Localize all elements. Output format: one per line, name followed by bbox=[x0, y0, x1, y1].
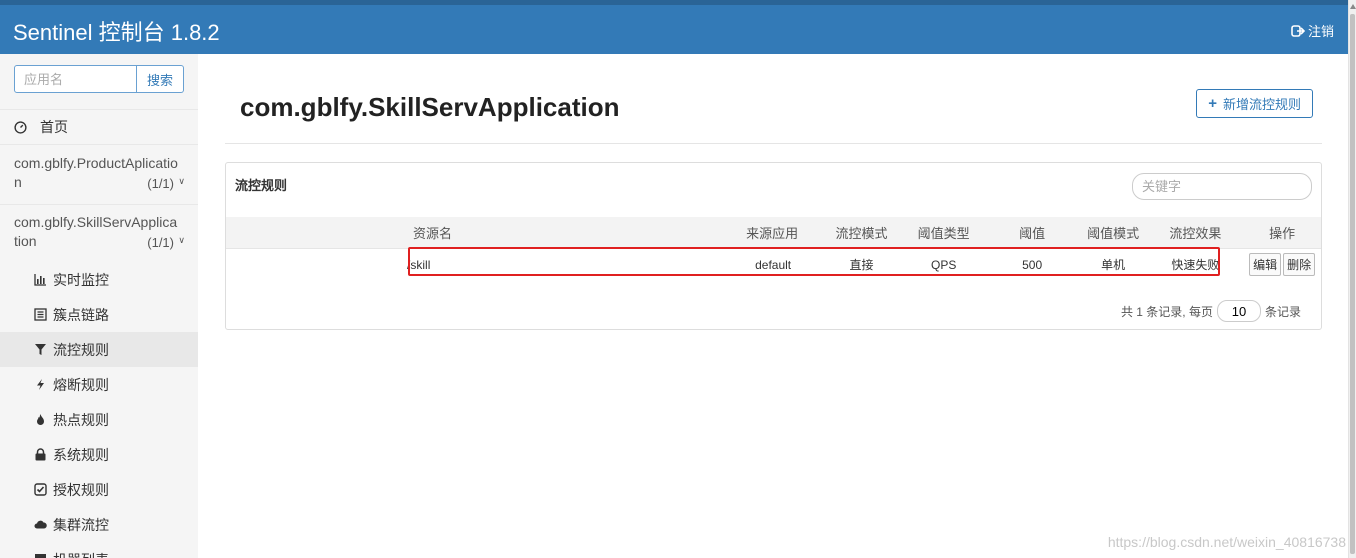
sidebar-item-flow-rules[interactable]: 流控规则 bbox=[0, 332, 198, 367]
sidebar-item-label: 系统规则 bbox=[53, 446, 109, 463]
sidebar-item-authority-rules[interactable]: 授权规则 bbox=[0, 472, 198, 507]
sidebar-item-label: 集群流控 bbox=[53, 516, 109, 533]
search-button[interactable]: 搜索 bbox=[137, 65, 184, 93]
sidebar-item-label: 熔断规则 bbox=[53, 376, 109, 393]
bolt-icon bbox=[34, 378, 47, 391]
logout-link[interactable]: 注销 bbox=[1291, 21, 1334, 40]
sidebar-item-cluster-flow[interactable]: 集群流控 bbox=[0, 507, 198, 542]
sidebar-app-product[interactable]: com.gblfy.ProductAplication (1/1) ∨ bbox=[0, 146, 198, 205]
sidebar-item-label: 流控规则 bbox=[53, 341, 109, 358]
bar-chart-icon bbox=[34, 273, 47, 286]
cell-threshold-mode: 单机 bbox=[1078, 247, 1148, 281]
pager-prefix: 共 1 条记录, 每页 bbox=[1120, 304, 1213, 319]
edit-button[interactable]: 编辑 bbox=[1249, 253, 1282, 277]
check-square-icon bbox=[34, 483, 47, 496]
sidebar-item-hotspot-rules[interactable]: 热点规则 bbox=[0, 402, 198, 437]
column-header: 操作 bbox=[1269, 225, 1296, 241]
table-header-row: 资源名 来源应用 流控模式 阈值类型 阈值 阈值模式 流控效果 操作 bbox=[226, 217, 1321, 248]
cell-resource: /skill bbox=[395, 247, 470, 281]
add-flow-rule-label: 新增流控规则 bbox=[1222, 97, 1301, 112]
scrollbar-thumb[interactable] bbox=[1350, 14, 1355, 554]
top-navbar: Sentinel 控制台 1.8.2 注销 bbox=[0, 0, 1348, 54]
column-header[interactable]: 流控效果 bbox=[1148, 217, 1244, 248]
flow-rules-table: 资源名 来源应用 流控模式 阈值类型 阈值 阈值模式 流控效果 操作 /skil… bbox=[226, 217, 1321, 281]
chevron-down-icon: ∨ bbox=[178, 235, 185, 245]
table-row: /skill default 直接 QPS 500 单机 快速失败 编辑 删除 bbox=[226, 247, 1321, 281]
cell-mode: 直接 bbox=[821, 247, 902, 281]
app-machine-count: (1/1) bbox=[147, 176, 174, 191]
scroll-up-arrow-icon[interactable] bbox=[1350, 4, 1356, 9]
brand-title[interactable]: Sentinel 控制台 1.8.2 bbox=[13, 15, 220, 47]
sidebar-app-skillserv[interactable]: com.gblfy.SkillServApplication (1/1) ∨ bbox=[0, 205, 198, 264]
column-header[interactable]: 阈值 bbox=[985, 217, 1078, 248]
add-flow-rule-button[interactable]: + 新增流控规则 bbox=[1196, 89, 1313, 118]
cell-effect: 快速失败 bbox=[1147, 247, 1244, 281]
column-header[interactable]: 来源应用 bbox=[470, 217, 821, 248]
chevron-down-icon: ∨ bbox=[178, 176, 185, 186]
filter-icon bbox=[34, 343, 47, 356]
plus-icon: + bbox=[1208, 95, 1217, 112]
cloud-icon bbox=[34, 518, 47, 531]
sidebar-item-label: 实时监控 bbox=[53, 271, 109, 288]
sidebar: 搜索 首页 com.gblfy.ProductAplication (1/1) … bbox=[0, 54, 198, 558]
pager-suffix: 条记录 bbox=[1264, 304, 1301, 319]
watermark: https://blog.csdn.net/weixin_40816738 bbox=[1107, 534, 1346, 550]
delete-button[interactable]: 删除 bbox=[1283, 253, 1316, 277]
divider bbox=[225, 143, 1322, 144]
sidebar-item-cluster-link[interactable]: 簇点链路 bbox=[0, 297, 198, 332]
page-title: com.gblfy.SkillServApplication bbox=[240, 92, 620, 122]
sidebar-item-label: 簇点链路 bbox=[53, 306, 109, 323]
list-icon bbox=[34, 308, 47, 321]
lock-icon bbox=[34, 448, 47, 461]
cell-actions: 编辑 删除 bbox=[1243, 247, 1321, 281]
sidebar-item-degrade-rules[interactable]: 熔断规则 bbox=[0, 367, 198, 402]
page-size-input[interactable] bbox=[1216, 300, 1261, 322]
app-machine-count: (1/1) bbox=[147, 235, 174, 250]
sidebar-item-label: 热点规则 bbox=[53, 411, 109, 428]
sidebar-item-machine-list[interactable]: 机器列表 bbox=[0, 542, 198, 558]
cell-threshold-type: QPS bbox=[901, 247, 986, 281]
dashboard-icon bbox=[14, 120, 27, 134]
server-icon bbox=[34, 553, 47, 558]
cell-origin: default bbox=[469, 247, 822, 281]
sidebar-item-home[interactable]: 首页 bbox=[0, 109, 198, 145]
sidebar-item-label: 授权规则 bbox=[53, 481, 109, 498]
pagination: 共 1 条记录, 每页 条记录 bbox=[1121, 300, 1301, 322]
sign-out-icon bbox=[1291, 24, 1305, 37]
vertical-scrollbar[interactable] bbox=[1348, 0, 1356, 558]
sidebar-item-label: 首页 bbox=[40, 119, 68, 135]
column-header[interactable]: 阈值类型 bbox=[902, 217, 986, 248]
logout-label: 注销 bbox=[1307, 25, 1334, 40]
sidebar-item-label: 机器列表 bbox=[53, 550, 109, 558]
column-header[interactable]: 资源名 bbox=[395, 217, 470, 248]
fire-icon bbox=[34, 413, 47, 426]
sidebar-item-realtime-monitor[interactable]: 实时监控 bbox=[0, 262, 198, 297]
keyword-search-input[interactable] bbox=[1132, 173, 1312, 200]
app-search: 搜索 bbox=[14, 65, 184, 93]
column-header[interactable]: 流控模式 bbox=[821, 217, 902, 248]
panel-title: 流控规则 bbox=[235, 178, 288, 193]
sidebar-item-system-rules[interactable]: 系统规则 bbox=[0, 437, 198, 472]
cell-threshold: 500 bbox=[985, 247, 1079, 281]
app-search-input[interactable] bbox=[14, 65, 137, 93]
main-content: com.gblfy.SkillServApplication + 新增流控规则 … bbox=[198, 54, 1340, 558]
flow-rules-panel: 流控规则 资源名 来源应用 流控模式 阈值类型 阈值 阈值模式 流控效果 操作 bbox=[225, 162, 1322, 330]
column-header[interactable]: 阈值模式 bbox=[1079, 217, 1148, 248]
